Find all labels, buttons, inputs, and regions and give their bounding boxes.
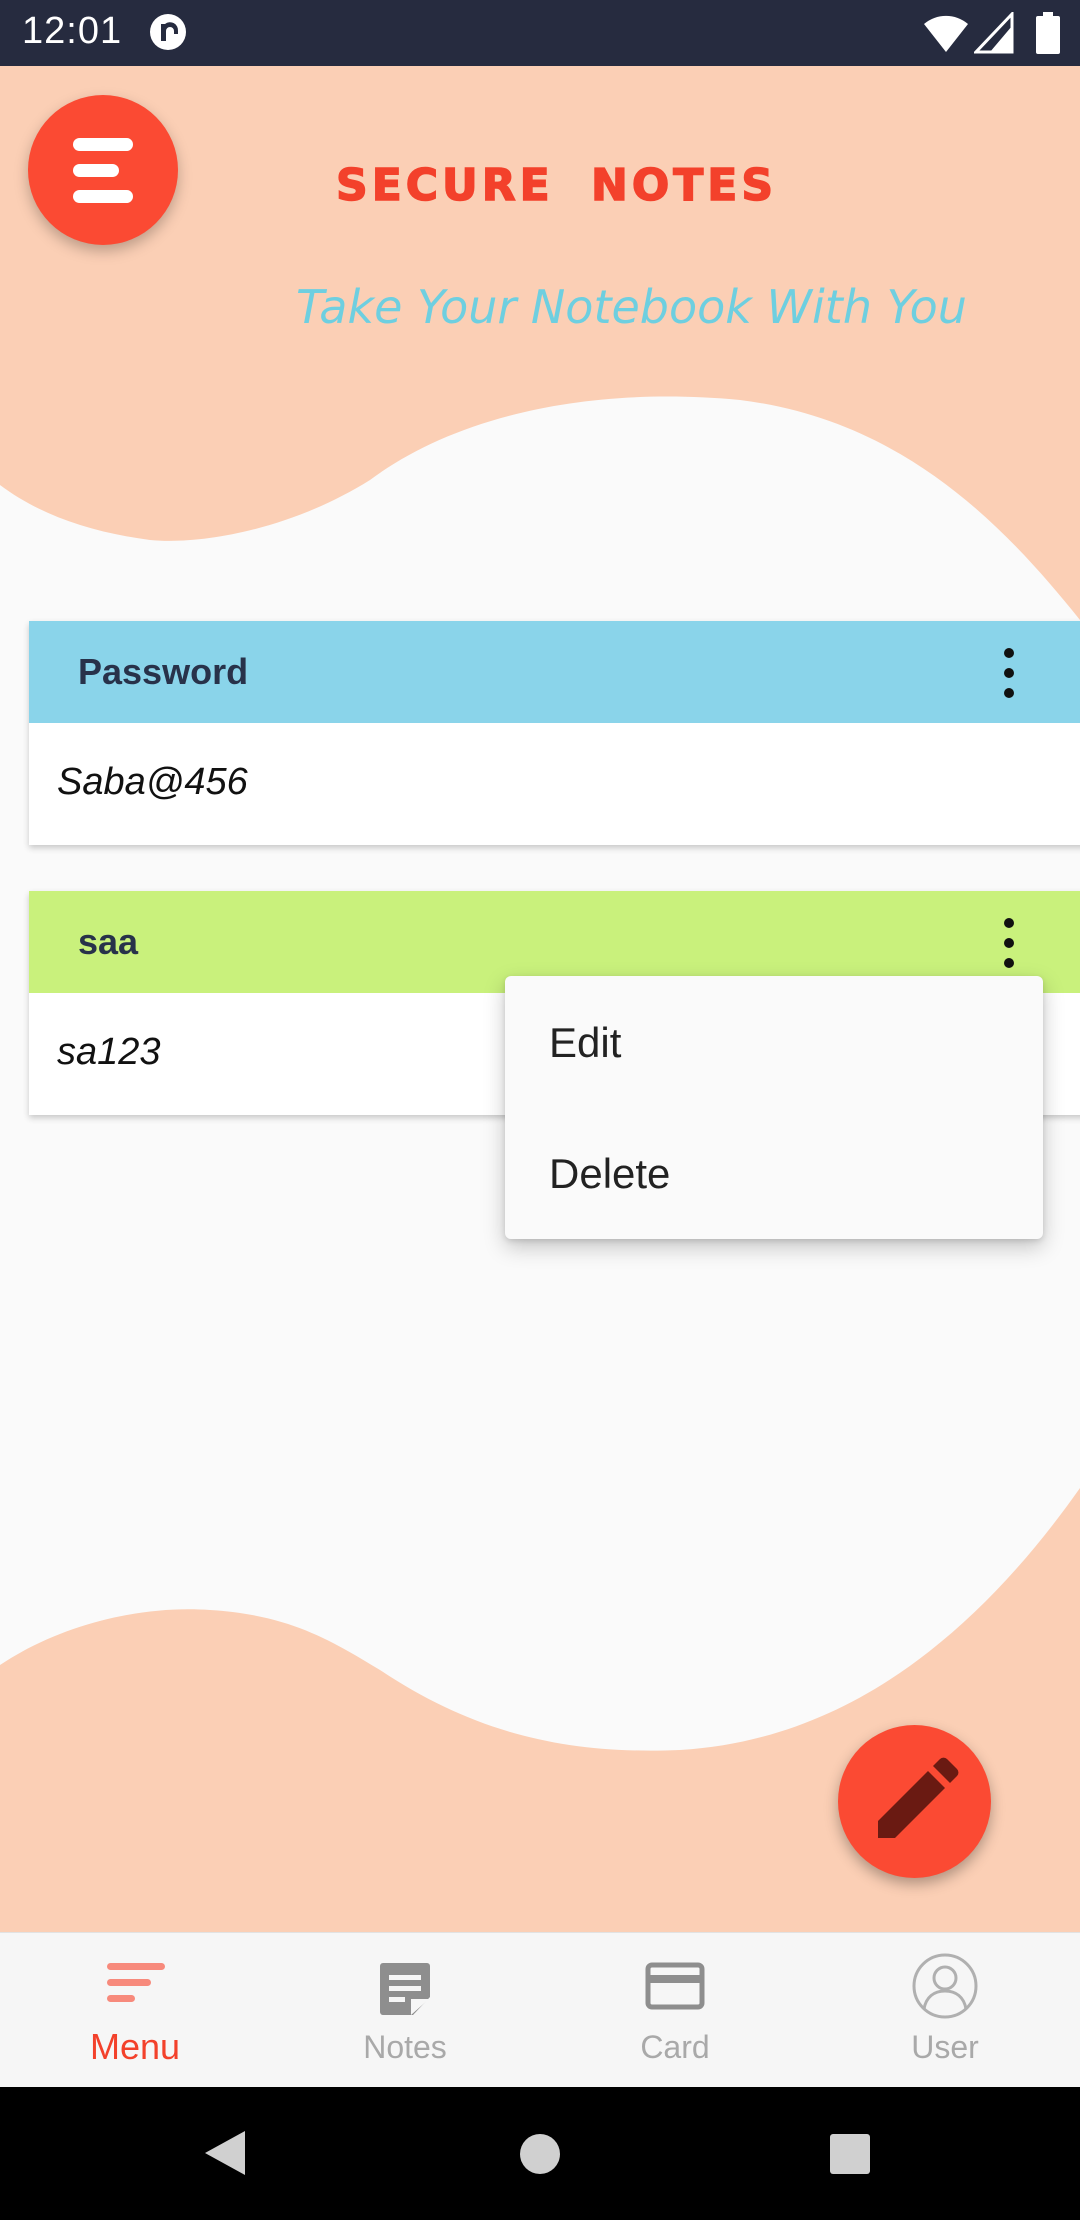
- note-value: sa123: [57, 1031, 161, 1073]
- app-subtitle: Take Your Notebook With You: [296, 280, 967, 334]
- cell-signal-icon: [974, 12, 1014, 54]
- note-icon: [380, 1963, 430, 2015]
- add-note-button[interactable]: [838, 1725, 991, 1878]
- menu-item-delete[interactable]: Delete: [549, 1150, 670, 1198]
- credit-card-icon: [645, 1962, 705, 2010]
- menu-item-edit[interactable]: Edit: [549, 1019, 621, 1067]
- more-vert-icon[interactable]: [989, 915, 1029, 971]
- more-vert-icon[interactable]: [989, 645, 1029, 701]
- note-value: Saba@456: [57, 761, 248, 803]
- note-title: saa: [78, 921, 139, 962]
- note-card-header: Password: [29, 621, 1080, 723]
- recents-icon[interactable]: [829, 2133, 871, 2175]
- status-time: 12:01: [22, 10, 123, 52]
- app-title: SECURE NOTES: [335, 159, 778, 212]
- user-icon: [912, 1953, 978, 2019]
- system-navigation-bar: [0, 2087, 1080, 2220]
- nav-label-menu: Menu: [89, 2026, 181, 2067]
- menu-lines-icon: [73, 138, 133, 203]
- back-icon[interactable]: [203, 2129, 247, 2177]
- nav-label-user: User: [911, 2029, 979, 2065]
- bottom-navigation: Menu Notes Card User: [0, 1932, 1080, 2088]
- nav-item-menu[interactable]: Menu: [0, 1933, 270, 2088]
- note-card-body: Saba@456: [29, 723, 1080, 845]
- nav-label-card: Card: [640, 2029, 710, 2065]
- menu-sort-icon: [107, 1963, 165, 2002]
- nav-item-notes[interactable]: Notes: [270, 1933, 540, 2088]
- wifi-icon: [924, 15, 968, 53]
- status-bar: 12:01: [0, 0, 1080, 66]
- battery-icon: [1036, 12, 1060, 54]
- home-icon[interactable]: [518, 2132, 562, 2176]
- note-options-menu: Edit Delete: [505, 976, 1043, 1239]
- nav-item-card[interactable]: Card: [540, 1933, 810, 2088]
- note-card[interactable]: Password Saba@456: [29, 621, 1080, 845]
- app-notification-icon: [148, 12, 188, 57]
- pencil-icon: [878, 1757, 959, 1838]
- nav-label-notes: Notes: [363, 2029, 447, 2065]
- note-title: Password: [78, 651, 249, 692]
- menu-button[interactable]: [28, 95, 178, 245]
- nav-item-user[interactable]: User: [810, 1933, 1080, 2088]
